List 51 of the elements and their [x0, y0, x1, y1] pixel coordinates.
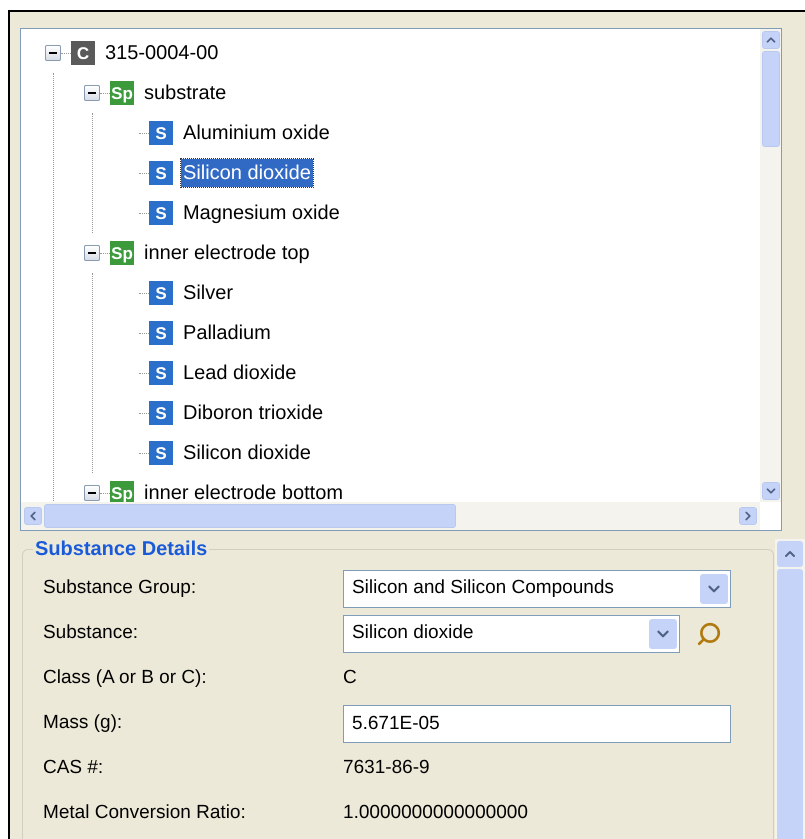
tree-item[interactable]: Magnesium oxide	[181, 199, 342, 227]
part-icon: Sp	[110, 241, 134, 265]
scroll-thumb[interactable]	[762, 51, 780, 147]
part-icon: Sp	[110, 81, 134, 105]
substance-icon: S	[149, 401, 173, 425]
collapse-toggle[interactable]	[84, 245, 100, 261]
scroll-up-button[interactable]	[762, 31, 780, 49]
vertical-scrollbar[interactable]	[760, 29, 781, 502]
part-icon: Sp	[110, 481, 134, 502]
tree-item[interactable]: Diboron trioxide	[181, 399, 326, 427]
field-value: 7631-86-9	[343, 756, 430, 780]
tree-item[interactable]: Aluminium oxide	[181, 119, 332, 147]
collapse-toggle[interactable]	[84, 85, 100, 101]
collapse-toggle[interactable]	[45, 45, 61, 61]
field-value: C	[343, 666, 357, 690]
field-label: Class (A or B or C):	[43, 666, 208, 690]
scroll-left-button[interactable]	[24, 507, 42, 525]
scroll-thumb[interactable]	[777, 569, 803, 839]
field-label: Mass (g):	[43, 711, 124, 736]
dropdown[interactable]: Silicon dioxide	[343, 614, 680, 652]
tree-item[interactable]: Silicon dioxide	[181, 159, 313, 187]
horizontal-scrollbar[interactable]	[21, 502, 760, 530]
tree-item[interactable]: Palladium	[181, 319, 273, 347]
tree-item[interactable]: inner electrode top	[142, 239, 312, 267]
scroll-thumb[interactable]	[44, 504, 456, 528]
field-label: Substance:	[43, 621, 140, 646]
substance-icon: S	[149, 361, 173, 385]
tree-item[interactable]: Silver	[181, 279, 236, 307]
dropdown[interactable]: Silicon and Silicon Compounds	[343, 570, 731, 608]
field-label: Metal Conversion Ratio:	[43, 801, 247, 826]
field-label: CAS #:	[43, 756, 104, 780]
substance-icon: S	[149, 441, 173, 465]
substance-icon: S	[149, 321, 173, 345]
substance-icon: S	[149, 121, 173, 145]
tree-item[interactable]: inner electrode bottom	[142, 479, 346, 502]
tree-item[interactable]: 315-0004-00	[103, 39, 220, 67]
scroll-right-button[interactable]	[739, 507, 757, 525]
tree-item[interactable]: Silicon dioxide	[181, 439, 313, 467]
scroll-up-button[interactable]	[777, 541, 803, 567]
mass-field[interactable]: 5.671E-05	[343, 704, 731, 742]
substance-icon: S	[149, 281, 173, 305]
field-label: Substance Group:	[43, 576, 198, 600]
scroll-down-button[interactable]	[762, 482, 780, 500]
substance-icon: S	[149, 161, 173, 185]
vertical-scrollbar[interactable]	[775, 539, 805, 839]
component-icon: C	[71, 41, 95, 65]
collapse-toggle[interactable]	[84, 485, 100, 501]
field-value: 1.0000000000000000	[343, 801, 528, 826]
tree-item[interactable]: Lead dioxide	[181, 359, 298, 387]
tree-item[interactable]: substrate	[142, 79, 228, 107]
substance-icon: S	[149, 201, 173, 225]
